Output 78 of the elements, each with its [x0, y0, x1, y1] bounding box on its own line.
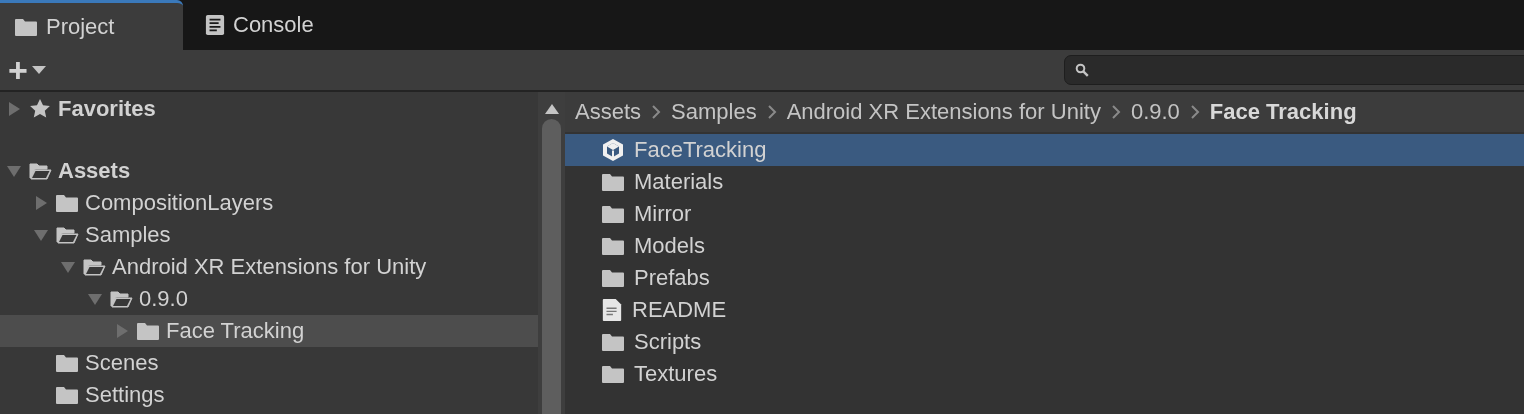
- open-folder-icon: [55, 225, 79, 245]
- asset-name: Textures: [634, 361, 718, 387]
- chevron-icon: [766, 104, 777, 120]
- tree-item[interactable]: Favorites: [0, 93, 538, 125]
- tree-label: Scenes: [85, 350, 159, 376]
- open-folder-icon: [109, 289, 133, 309]
- tree-item[interactable]: 0.9.0: [0, 283, 538, 315]
- asset-item[interactable]: Materials: [565, 166, 1524, 198]
- chevron-icon: [1110, 104, 1121, 120]
- panel-tab[interactable]: Console: [183, 0, 353, 50]
- folder-icon: [136, 321, 160, 341]
- folder-icon: [601, 268, 625, 288]
- chevron-icon: [651, 104, 662, 120]
- folder-icon: [601, 204, 625, 224]
- panel-tab[interactable]: Project: [0, 0, 183, 50]
- folder-icon: [601, 364, 625, 384]
- collapsed-arrow-icon[interactable]: [114, 323, 130, 339]
- folder-icon: [55, 193, 79, 213]
- tree-item[interactable]: Assets: [0, 155, 538, 187]
- breadcrumb-link[interactable]: Assets: [575, 99, 642, 125]
- asset-name: Materials: [634, 169, 724, 195]
- open-folder-icon: [28, 161, 52, 181]
- expanded-arrow-icon[interactable]: [6, 163, 22, 179]
- tree-item[interactable]: CompositionLayers: [0, 187, 538, 219]
- asset-name: Scripts: [634, 329, 702, 355]
- tree-item[interactable]: Settings: [0, 379, 538, 411]
- collapsed-arrow-icon[interactable]: [6, 101, 22, 117]
- expanded-arrow-icon[interactable]: [60, 259, 76, 275]
- expanded-arrow-icon[interactable]: [87, 291, 103, 307]
- tree-label: Favorites: [58, 96, 156, 122]
- folder-icon: [601, 172, 625, 192]
- search-field[interactable]: [1064, 55, 1524, 85]
- asset-name: Mirror: [634, 201, 692, 227]
- asset-name: README: [632, 297, 727, 323]
- tree-item[interactable]: Scenes: [0, 347, 538, 379]
- asset-name: FaceTracking: [634, 137, 767, 163]
- tree-item[interactable]: Samples: [0, 219, 538, 251]
- scroll-up-icon[interactable]: [544, 104, 559, 114]
- search-icon: [1075, 63, 1089, 77]
- expanded-arrow-icon[interactable]: [33, 227, 49, 243]
- star-icon: [28, 98, 52, 120]
- asset-item[interactable]: Textures: [565, 358, 1524, 390]
- breadcrumb-link[interactable]: Samples: [671, 99, 757, 125]
- asset-item[interactable]: Scripts: [565, 326, 1524, 358]
- tree-label: Samples: [85, 222, 171, 248]
- asset-name: Prefabs: [634, 265, 710, 291]
- scroll-thumb[interactable]: [542, 119, 561, 414]
- cube-icon: [601, 138, 625, 162]
- folder-icon: [55, 385, 79, 405]
- breadcrumb-link[interactable]: 0.9.0: [1130, 99, 1180, 125]
- folder-icon: [601, 236, 625, 256]
- folder-icon: [55, 353, 79, 373]
- tree-item[interactable]: Face Tracking: [0, 315, 538, 347]
- asset-item[interactable]: README: [565, 294, 1524, 326]
- collapsed-arrow-icon[interactable]: [33, 195, 49, 211]
- tree-label: CompositionLayers: [85, 190, 274, 216]
- asset-item[interactable]: Prefabs: [565, 262, 1524, 294]
- folder-icon: [14, 16, 38, 37]
- asset-name: Models: [634, 233, 705, 259]
- tree-label: Assets: [58, 158, 131, 184]
- add-button[interactable]: +: [0, 54, 54, 86]
- asset-item[interactable]: Mirror: [565, 198, 1524, 230]
- document-icon: [601, 297, 623, 323]
- console-icon: [205, 14, 225, 36]
- folder-icon: [601, 332, 625, 352]
- asset-item[interactable]: FaceTracking: [565, 134, 1524, 166]
- asset-item[interactable]: Models: [565, 230, 1524, 262]
- caret-icon: [31, 66, 46, 74]
- tree-label: 0.9.0: [139, 286, 188, 312]
- chevron-icon: [1189, 104, 1200, 120]
- breadcrumb-link[interactable]: Android XR Extensions for Unity: [786, 99, 1101, 125]
- tree-label: Face Tracking: [166, 318, 305, 344]
- scrollbar[interactable]: [538, 92, 565, 414]
- open-folder-icon: [82, 257, 106, 277]
- tree-label: Android XR Extensions for Unity: [112, 254, 427, 280]
- tree-label: Settings: [85, 382, 165, 408]
- tree-item[interactable]: Android XR Extensions for Unity: [0, 251, 538, 283]
- breadcrumb-link[interactable]: Face Tracking: [1209, 99, 1357, 125]
